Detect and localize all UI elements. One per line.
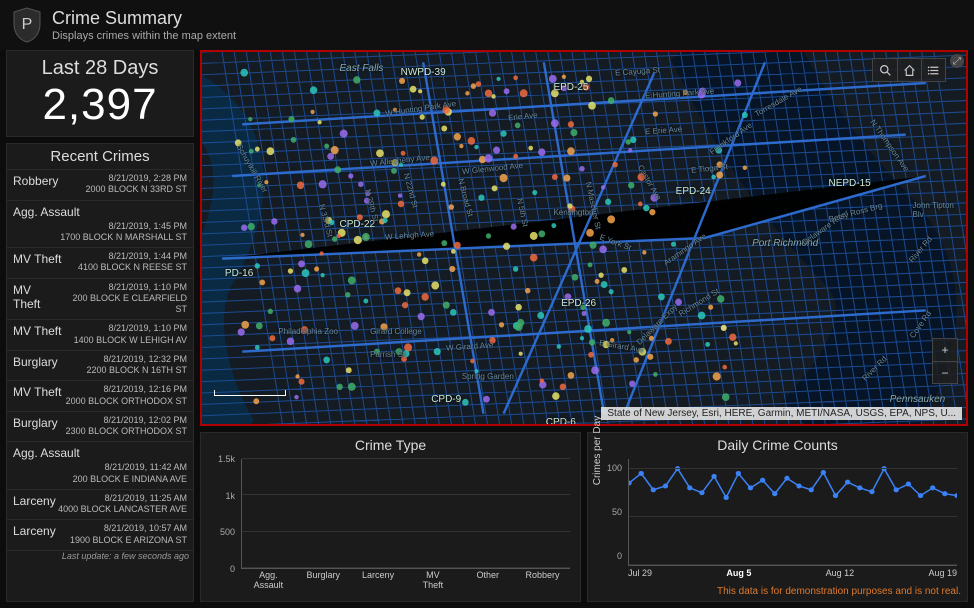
list-item[interactable]: Larceny 8/21/2019, 10:57 AM1900 BLOCK E A…	[7, 520, 193, 551]
chart-x-tick: Jul 29	[628, 568, 652, 584]
crime-type: Agg. Assault	[13, 446, 187, 460]
recent-crimes-list[interactable]: Robbery 8/21/2019, 2:28 PM2000 BLOCK N 33…	[7, 170, 193, 601]
disclaimer-text: This data is for demonstration purposes …	[594, 586, 961, 597]
crime-meta: 8/21/2019, 2:28 PM2000 BLOCK N 33RD ST	[85, 173, 187, 196]
crime-type-chart: Crime Type 0 500 1k 1.5k Agg.Assault Burglar…	[200, 432, 581, 602]
crime-meta: 8/21/2019, 11:42 AM200 BLOCK E INDIANA A…	[13, 462, 187, 485]
map-zoom-in-button[interactable]: +	[933, 339, 957, 361]
list-item[interactable]: Agg. Assault 8/21/2019, 11:42 AM200 BLOCK…	[7, 442, 193, 490]
crime-meta: 8/21/2019, 1:44 PM4100 BLOCK N REESE ST	[78, 251, 187, 274]
crime-meta: 8/21/2019, 1:10 PM1400 BLOCK W LEHIGH AV	[74, 323, 187, 346]
crime-type: MV Theft	[13, 385, 61, 399]
crime-type: MV Theft	[13, 283, 61, 311]
last-update-text: Last update: a few seconds ago	[7, 551, 193, 561]
chart-x-label: Other	[467, 571, 509, 597]
chart-y-tick: 0	[617, 551, 622, 561]
list-item[interactable]: Larceny8/21/2019, 11:25 AM4000 BLOCK LAN…	[7, 490, 193, 521]
recent-crimes-title: Recent Crimes	[7, 144, 193, 170]
chart-x-tick: Aug 5	[726, 568, 751, 584]
crime-type: Burglary	[13, 416, 58, 430]
chart-y-tick: 50	[612, 507, 622, 517]
chart-title: Daily Crime Counts	[594, 437, 961, 453]
crime-meta: 8/21/2019, 1:10 PM200 BLOCK E CLEARFIELD…	[61, 282, 187, 316]
app-header: P Crime Summary Displays crimes within t…	[0, 0, 974, 50]
shield-badge-icon: P	[10, 6, 44, 44]
list-item[interactable]: MV Theft 8/21/2019, 1:44 PM4100 BLOCK N R…	[7, 248, 193, 279]
chart-y-tick: 500	[220, 527, 235, 537]
crime-type: MV Theft	[13, 252, 61, 266]
map-zoom-out-button[interactable]: −	[933, 361, 957, 383]
chart-x-label: Agg.Assault	[247, 571, 289, 597]
svg-text:P: P	[22, 16, 33, 33]
kpi-value: 2,397	[15, 80, 185, 130]
map-expand-icon[interactable]: ⤢	[950, 54, 964, 68]
map-panel[interactable]: NWPD-39EPD-25CPD-22EPD-24NEPD-15EPD-26PD…	[200, 50, 968, 426]
map-zoom-controls: + −	[932, 338, 958, 384]
chart-y-tick: 0	[230, 564, 235, 574]
list-item[interactable]: MV Theft 8/21/2019, 1:10 PM1400 BLOCK W L…	[7, 320, 193, 351]
chart-title: Crime Type	[207, 437, 574, 453]
chart-x-tick: Aug 19	[928, 568, 957, 584]
chart-x-label: Robbery	[522, 571, 564, 597]
crime-type: Robbery	[13, 174, 58, 188]
chart-x-label: MVTheft	[412, 571, 454, 597]
chart-x-tick: Aug 12	[826, 568, 855, 584]
crime-type: Larceny	[13, 524, 56, 538]
crime-meta: 8/21/2019, 12:32 PM2200 BLOCK N 16TH ST	[86, 354, 187, 377]
daily-counts-chart: Daily Crime Counts Crimes per Day 050100…	[587, 432, 968, 602]
kpi-panel: Last 28 Days 2,397	[6, 50, 194, 137]
crime-meta: 8/21/2019, 1:45 PM1700 BLOCK N MARSHALL …	[13, 221, 187, 244]
crime-type: Larceny	[13, 494, 56, 508]
crime-type: Agg. Assault	[13, 205, 187, 219]
chart-x-label: Burglary	[302, 571, 344, 597]
chart-x-label: Larceny	[357, 571, 399, 597]
map-toolbar	[872, 58, 946, 82]
map-basemap	[202, 52, 966, 424]
crime-meta: 8/21/2019, 10:57 AM1900 BLOCK E ARIZONA …	[70, 523, 187, 546]
chart-y-tick: 1.5k	[218, 454, 235, 464]
crime-meta: 8/21/2019, 12:02 PM2300 BLOCK ORTHODOX S…	[66, 415, 187, 438]
map-home-button[interactable]	[897, 59, 921, 81]
crime-type: Burglary	[13, 355, 58, 369]
map-legend-button[interactable]	[921, 59, 945, 81]
list-item[interactable]: MV Theft 8/21/2019, 12:16 PM2000 BLOCK OR…	[7, 381, 193, 412]
crime-type: MV Theft	[13, 324, 61, 338]
crime-meta: 8/21/2019, 11:25 AM4000 BLOCK LANCASTER …	[58, 493, 187, 516]
map-scale-bar	[214, 390, 286, 396]
list-item[interactable]: Burglary 8/21/2019, 12:32 PM2200 BLOCK N …	[7, 351, 193, 382]
map-attribution: State of New Jersey, Esri, HERE, Garmin,…	[601, 407, 962, 420]
chart-y-tick: 1k	[225, 491, 235, 501]
list-item[interactable]: Burglary 8/21/2019, 12:02 PM2300 BLOCK OR…	[7, 412, 193, 443]
list-item[interactable]: Robbery 8/21/2019, 2:28 PM2000 BLOCK N 33…	[7, 170, 193, 201]
list-item[interactable]: MV Theft8/21/2019, 1:10 PM200 BLOCK E CL…	[7, 279, 193, 321]
app-subtitle: Displays crimes within the map extent	[52, 30, 236, 42]
crime-meta: 8/21/2019, 12:16 PM2000 BLOCK ORTHODOX S…	[66, 384, 187, 407]
list-item[interactable]: Agg. Assault 8/21/2019, 1:45 PM1700 BLOCK…	[7, 201, 193, 249]
app-title: Crime Summary	[52, 8, 236, 29]
map-search-button[interactable]	[873, 59, 897, 81]
kpi-title: Last 28 Days	[15, 57, 185, 80]
chart-y-tick: 100	[607, 463, 622, 473]
recent-crimes-panel: Recent Crimes Robbery 8/21/2019, 2:28 PM2…	[6, 143, 194, 602]
